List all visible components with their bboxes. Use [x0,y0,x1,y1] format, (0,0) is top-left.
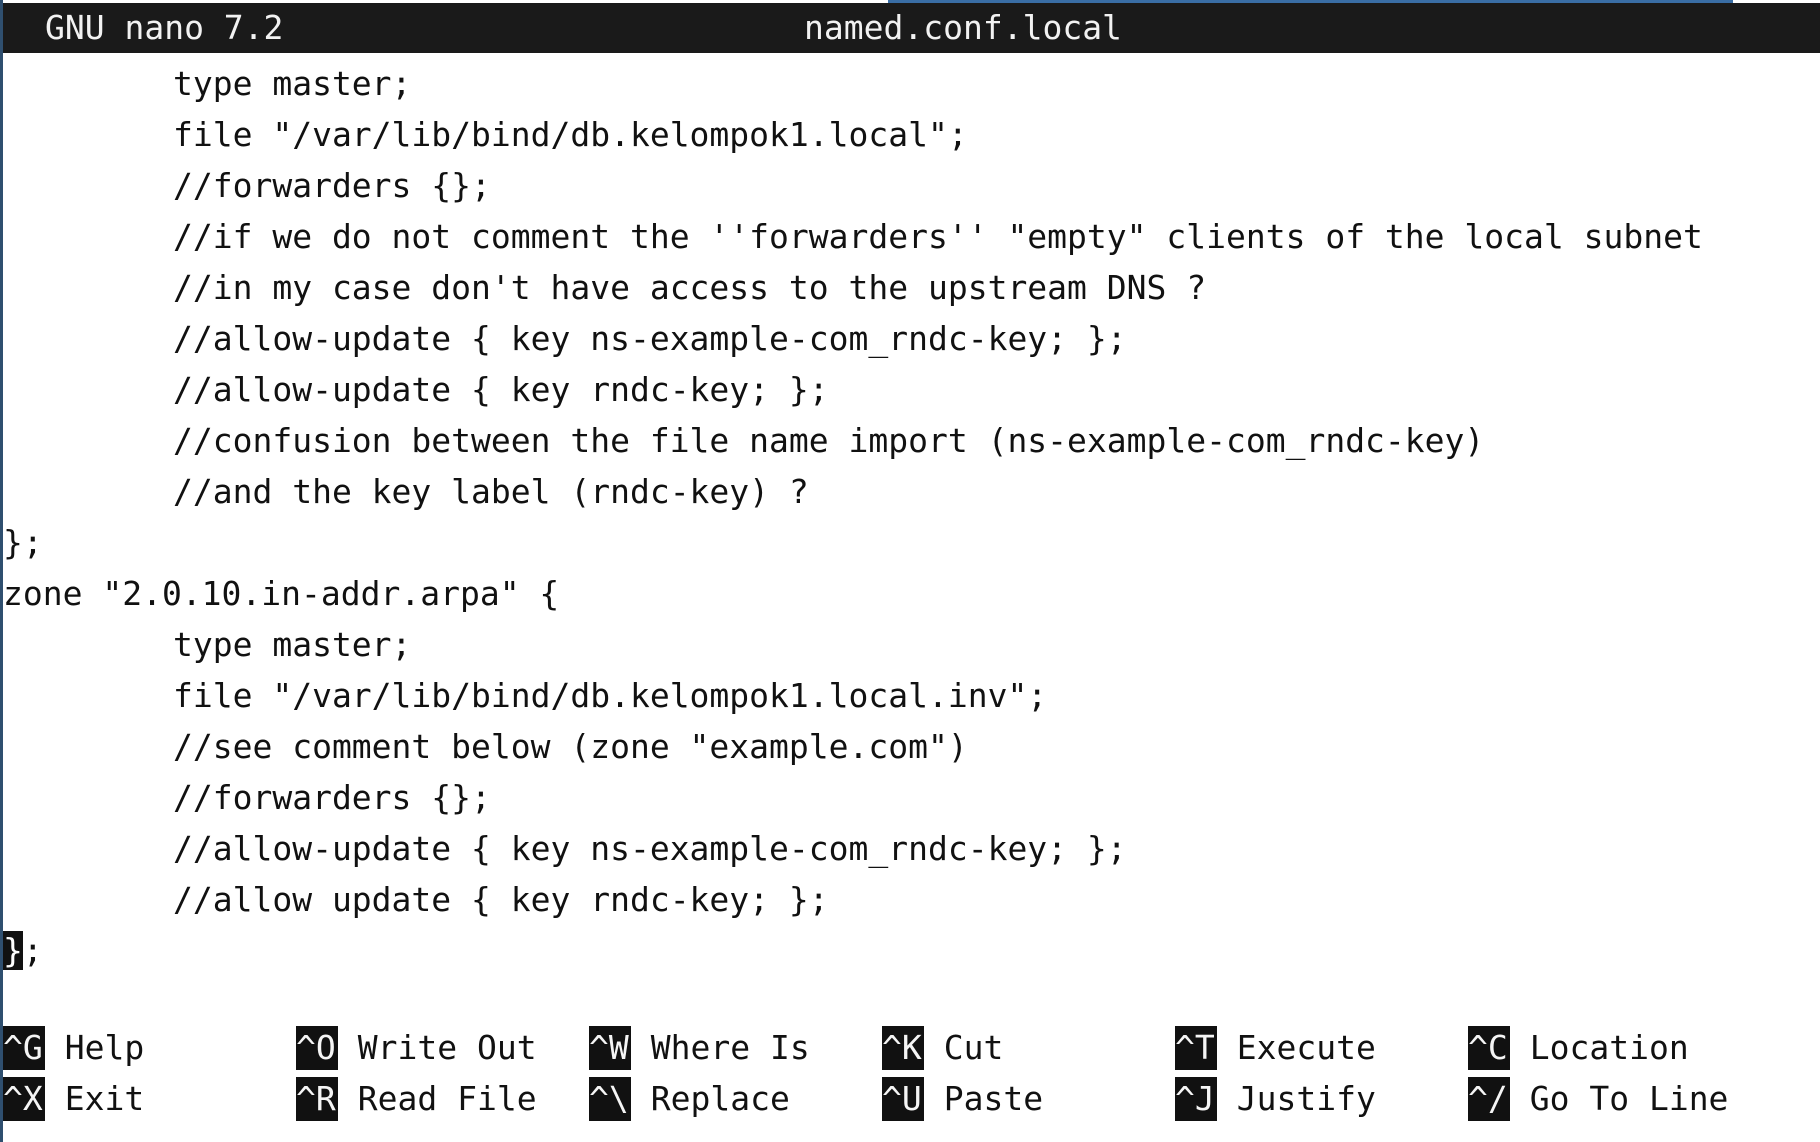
shortcut-paste[interactable]: ^U Paste [882,1073,1043,1124]
terminal-window: GNU nano 7.2 named.conf.local type maste… [0,0,1820,1142]
shortcut-help[interactable]: ^G Help [3,1022,144,1073]
shortcut-label: Paste [943,1079,1044,1118]
shortcut-read-file[interactable]: ^R Read File [296,1073,537,1124]
shortcut-label: Exit [64,1079,145,1118]
shortcut-go-to-line[interactable]: ^/ Go To Line [1468,1073,1728,1124]
editor-line[interactable]: //allow update { key rndc-key; }; [3,874,1820,925]
shortcut-exit[interactable]: ^X Exit [3,1073,144,1124]
shortcut-label: Location [1529,1028,1689,1067]
editor-line[interactable]: file "/var/lib/bind/db.kelompok1.local"; [3,109,1820,160]
text-cursor: } [3,931,23,970]
shortcut-key: ^W [589,1026,631,1070]
shortcut-key: ^J [1175,1077,1217,1121]
shortcut-where-is[interactable]: ^W Where Is [589,1022,810,1073]
shortcut-key: ^O [296,1026,338,1070]
shortcut-key: ^K [882,1026,924,1070]
file-name: named.conf.local [804,8,1122,47]
shortcut-label: Justify [1236,1079,1376,1118]
shortcut-key: ^C [1468,1026,1510,1070]
shortcut-key: ^X [3,1077,45,1121]
editor-line-cursor[interactable]: }; [3,925,1820,976]
editor-line[interactable]: //allow-update { key rndc-key; }; [3,364,1820,415]
shortcut-cut[interactable]: ^K Cut [882,1022,1003,1073]
editor-line[interactable]: //see comment below (zone "example.com") [3,721,1820,772]
shortcut-label: Where Is [650,1028,810,1067]
shortcut-label: Cut [943,1028,1004,1067]
shortcut-label: Write Out [357,1028,537,1067]
shortcut-label: Read File [357,1079,537,1118]
editor-line[interactable]: //allow-update { key ns-example-com_rndc… [3,313,1820,364]
shortcut-write-out[interactable]: ^O Write Out [296,1022,537,1073]
shortcut-replace[interactable]: ^\ Replace [589,1073,790,1124]
editor-line[interactable]: //confusion between the file name import… [3,415,1820,466]
editor-line[interactable]: //forwarders {}; [3,772,1820,823]
editor-line[interactable]: }; [3,517,1820,568]
editor-line[interactable]: type master; [3,58,1820,109]
editor-line[interactable]: //in my case don't have access to the up… [3,262,1820,313]
editor-line[interactable]: type master; [3,619,1820,670]
editor-line[interactable]: //allow-update { key ns-example-com_rndc… [3,823,1820,874]
shortcut-label: Replace [650,1079,790,1118]
shortcut-label: Help [64,1028,145,1067]
shortcut-justify[interactable]: ^J Justify [1175,1073,1376,1124]
shortcut-row-2: ^X Exit ^R Read File ^\ Replace ^U Paste ^J J… [3,1073,1820,1124]
editor-line[interactable]: //forwarders {}; [3,160,1820,211]
shortcut-execute[interactable]: ^T Execute [1175,1022,1376,1073]
nano-titlebar: GNU nano 7.2 named.conf.local [3,3,1820,53]
editor-line[interactable]: file "/var/lib/bind/db.kelompok1.local.i… [3,670,1820,721]
shortcut-row-1: ^G Help ^O Write Out ^W Where Is ^K Cut ^T Ex… [3,1022,1820,1073]
shortcut-key: ^T [1175,1026,1217,1070]
shortcut-key: ^G [3,1026,45,1070]
editor-line[interactable]: zone "2.0.10.in-addr.arpa" { [3,568,1820,619]
editor-area[interactable]: type master; file "/var/lib/bind/db.kelo… [3,58,1820,978]
shortcut-key: ^R [296,1077,338,1121]
editor-line[interactable]: //and the key label (rndc-key) ? [3,466,1820,517]
shortcut-key: ^\ [589,1077,631,1121]
shortcut-label: Execute [1236,1028,1376,1067]
shortcut-bar: ^G Help ^O Write Out ^W Where Is ^K Cut ^T Ex… [3,1022,1820,1124]
shortcut-key: ^/ [1468,1077,1510,1121]
editor-line[interactable]: //if we do not comment the ''forwarders'… [3,211,1820,262]
shortcut-label: Go To Line [1529,1079,1729,1118]
shortcut-key: ^U [882,1077,924,1121]
shortcut-location[interactable]: ^C Location [1468,1022,1689,1073]
